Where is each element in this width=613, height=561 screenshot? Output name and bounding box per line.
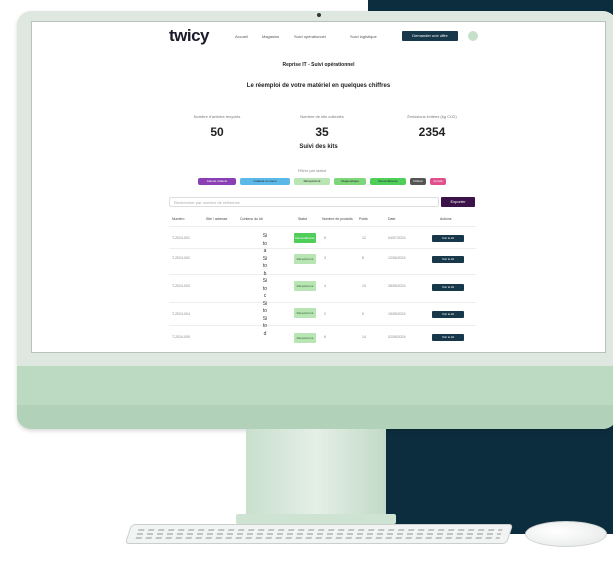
overflow-text: to — [262, 308, 268, 314]
overflow-text-column: Si to a Si to b Si to c Si to Si to d — [260, 233, 270, 338]
table-cell-count: 5 — [324, 236, 326, 240]
table-divider — [169, 302, 476, 303]
column-header-weight: Poids — [359, 217, 368, 221]
table-cell-weight: 6 — [362, 312, 364, 316]
overflow-text: c — [263, 293, 267, 299]
filter-chip-cancelled[interactable]: Annulé — [430, 178, 446, 185]
stat-value-kits: 35 — [315, 125, 329, 139]
table-cell-weight: 8 — [362, 256, 364, 260]
mouse — [525, 521, 607, 547]
table-cell-date: 12/06/2024 — [388, 256, 406, 260]
table-cell-ref: T-2024-004 — [172, 312, 190, 316]
imac-stand-foot — [236, 514, 396, 524]
keyboard-row — [136, 533, 502, 535]
table-cell-ref: T-2024-003 — [172, 284, 190, 288]
search-input[interactable]: Rechercher par numéro de référence — [169, 197, 439, 207]
page-title: Reprise IT - Suivi opérationnel — [282, 62, 355, 68]
overflow-text: Si — [262, 233, 268, 239]
column-header-content: Contenu du kit — [240, 217, 263, 221]
headline: Le réemploi de votre matériel en quelque… — [246, 83, 391, 89]
table-cell-date: 28/05/2024 — [388, 284, 406, 288]
filter-chip-awaiting[interactable]: Attente collecte — [198, 178, 236, 185]
table-cell-weight: 10 — [362, 284, 366, 288]
overflow-text: to — [262, 285, 268, 292]
status-badge: Réceptionné — [294, 333, 316, 343]
export-button[interactable]: Exporter — [441, 197, 475, 207]
logo[interactable]: twicy — [169, 26, 210, 46]
webcam — [317, 13, 321, 17]
overflow-text: to — [262, 323, 268, 329]
nav-link-operations[interactable]: Suivi opérationnel — [294, 34, 326, 39]
overflow-text: d — [263, 330, 267, 337]
status-badge: Réceptionné — [294, 308, 316, 318]
table-divider — [169, 226, 476, 227]
table-cell-ref: T-2024-001 — [172, 236, 190, 240]
keyboard — [124, 524, 514, 544]
screen: twicy Accueil Magasins Suivi opérationne… — [31, 21, 606, 353]
overflow-text: Si — [262, 278, 268, 284]
avatar[interactable] — [468, 31, 478, 41]
overflow-text: Si — [262, 255, 268, 262]
filter-chip-refurbished[interactable]: Reconditionné — [370, 178, 406, 185]
nav-link-stores[interactable]: Magasins — [262, 34, 279, 39]
overflow-text: a — [263, 248, 267, 254]
filter-chip-closed[interactable]: Clôturé — [410, 178, 426, 185]
overflow-text: to — [262, 240, 268, 247]
table-cell-ref: T-2024-002 — [172, 256, 190, 260]
overflow-text: to — [262, 263, 268, 269]
table-divider — [169, 325, 476, 326]
table-cell-count: 4 — [324, 284, 326, 288]
table-cell-count: 6 — [324, 335, 326, 339]
column-header-count: Nombre de produits — [322, 217, 353, 221]
column-header-status: Statut — [298, 217, 308, 221]
table-cell-date: 02/05/2024 — [388, 335, 406, 339]
table-divider — [169, 274, 476, 275]
top-navigation: twicy Accueil Magasins Suivi opérationne… — [32, 22, 605, 50]
keyboard-row — [135, 537, 501, 539]
nav-link-logistics[interactable]: Suivi logistique — [350, 34, 377, 39]
stat-value-recycled: 50 — [210, 125, 224, 139]
request-offer-button[interactable]: Demander une offre — [402, 31, 458, 41]
table-cell-ref: T-2024-005 — [172, 335, 190, 339]
keyboard-row — [137, 529, 503, 531]
filter-label: Filtrer par statut — [297, 168, 326, 173]
stat-label-kits: Nombre de kits collectés — [300, 114, 344, 119]
status-badge: Réceptionné — [294, 281, 316, 291]
view-kit-button[interactable]: Voir le kit — [432, 311, 464, 318]
view-kit-button[interactable]: Voir le kit — [432, 235, 464, 242]
view-kit-button[interactable]: Voir le kit — [432, 284, 464, 291]
table-cell-weight: 14 — [362, 335, 366, 339]
table-cell-count: 3 — [324, 256, 326, 260]
filter-chip-received[interactable]: Réceptionné — [294, 178, 330, 185]
column-header-site: Site / adresse — [206, 217, 228, 221]
stat-label-recycled: Nombre d'articles recyclés — [193, 114, 241, 119]
filter-chip-diagnosed[interactable]: Diagnostiqué — [334, 178, 366, 185]
filter-chip-collecting[interactable]: Collecte en cours — [240, 178, 290, 185]
table-cell-date: 15/05/2024 — [388, 312, 406, 316]
imac-chin-shade — [17, 405, 613, 429]
imac-stand — [246, 429, 386, 521]
stat-value-emissions: 2354 — [418, 125, 446, 139]
overflow-text: Si — [262, 300, 268, 307]
table-cell-date: 04/07/2024 — [388, 236, 406, 240]
table-cell-count: 2 — [324, 312, 326, 316]
status-badge: Réceptionné — [294, 254, 316, 264]
column-header-date: Date — [388, 217, 396, 221]
table-cell-weight: 12 — [362, 236, 366, 240]
nav-link-home[interactable]: Accueil — [235, 34, 248, 39]
column-header-actions: Actions — [440, 217, 452, 221]
view-kit-button[interactable]: Voir le kit — [432, 256, 464, 263]
view-kit-button[interactable]: Voir le kit — [432, 334, 464, 341]
section-title: Suivi des kits — [299, 144, 338, 150]
overflow-text: b — [263, 270, 267, 277]
overflow-text: Si — [262, 315, 268, 322]
status-badge: Reconditionné — [294, 233, 316, 243]
column-header-number: Numéro — [172, 217, 185, 221]
table-divider — [169, 248, 476, 249]
stat-label-emissions: Émissions évitées (kg CO2) — [407, 114, 457, 119]
